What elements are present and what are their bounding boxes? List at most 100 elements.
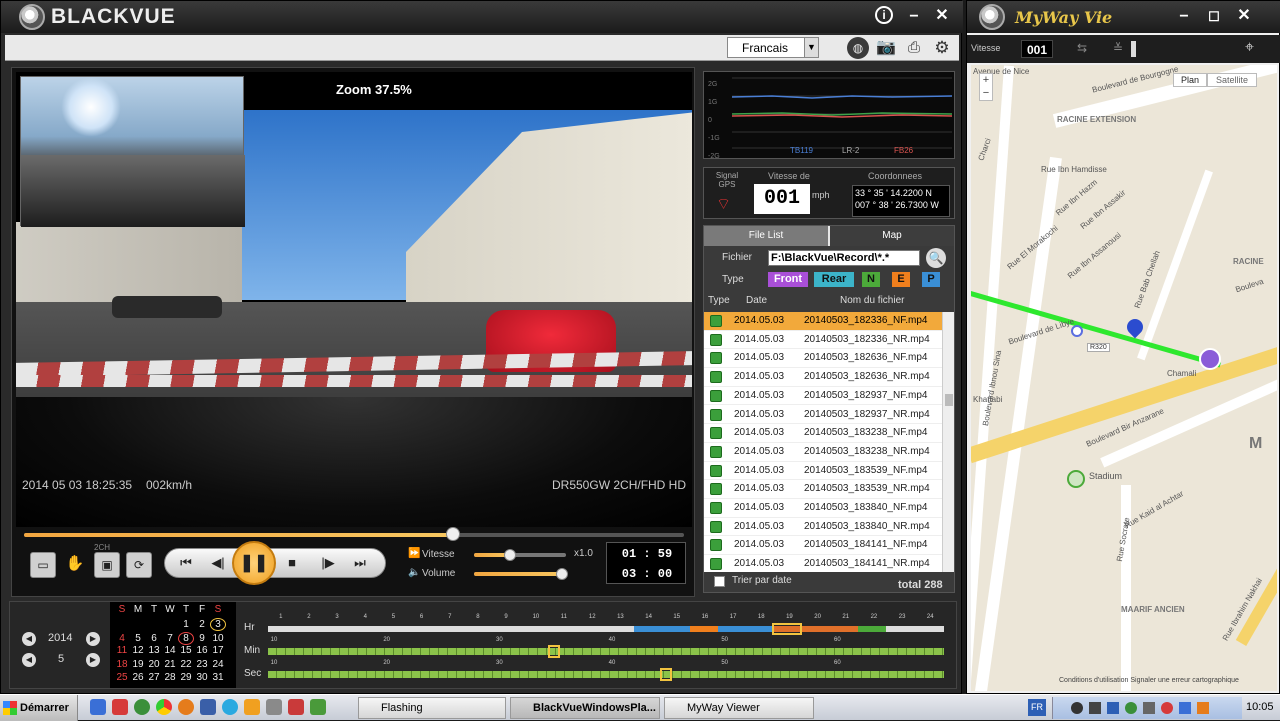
info-icon[interactable]: i (875, 6, 893, 24)
zoom-out-button[interactable]: − (980, 87, 992, 100)
quicklaunch-app-icon[interactable] (112, 699, 128, 715)
close-button[interactable]: ✕ (931, 5, 953, 27)
col-date[interactable]: Date (746, 295, 767, 306)
file-row[interactable]: 2014.05.03 20140503_183238_NF.mp4 (704, 424, 942, 443)
file-row[interactable]: 2014.05.03 20140503_183840_NR.mp4 (704, 518, 942, 537)
map-satellite-button[interactable]: Satellite (1207, 73, 1257, 87)
type-normal-toggle[interactable]: N (862, 272, 880, 287)
calendar-day[interactable]: 9 (194, 633, 210, 644)
quicklaunch-chrome-icon[interactable] (156, 699, 172, 715)
calendar-day[interactable]: 4 (114, 633, 130, 644)
file-row[interactable]: 2014.05.03 20140503_182937_NR.mp4 (704, 406, 942, 425)
calendar-day[interactable]: 14 (162, 645, 178, 656)
language-select[interactable]: Francais ▼ (727, 37, 819, 58)
second-bar[interactable] (268, 668, 944, 681)
calendar-day[interactable]: 29 (178, 672, 194, 683)
folder-icon[interactable]: ▭ (30, 552, 56, 578)
calendar-day[interactable]: 15 (178, 645, 194, 656)
calendar-day[interactable]: 23 (194, 659, 210, 670)
file-row[interactable]: 2014.05.03 20140503_184141_NF.mp4 (704, 536, 942, 556)
second-cursor[interactable] (660, 668, 672, 681)
minimize-button[interactable]: − (903, 6, 925, 28)
calendar-day[interactable]: 22 (178, 659, 194, 670)
swap-icon[interactable]: ⇆ (1077, 41, 1087, 55)
type-parking-toggle[interactable]: P (922, 272, 940, 287)
calendar-day[interactable]: 26 (130, 672, 146, 683)
calendar-day[interactable]: 28 (162, 672, 178, 683)
calendar-day[interactable]: 19 (130, 659, 146, 670)
tray-network-icon[interactable] (1089, 702, 1101, 714)
gear-icon[interactable]: ⚙ (931, 37, 953, 59)
calendar-day[interactable]: 16 (194, 645, 210, 656)
hand-icon[interactable]: ✋ (62, 552, 88, 578)
map-footer[interactable]: Conditions d'utilisation Signaler une er… (1059, 677, 1239, 684)
calendar-day[interactable]: 3 (210, 618, 226, 631)
tab-map[interactable]: Map (830, 226, 954, 246)
quicklaunch-tool-icon[interactable] (310, 699, 326, 715)
file-row[interactable]: 2014.05.03 20140503_182937_NF.mp4 (704, 387, 942, 406)
calendar-day[interactable]: 13 (146, 645, 162, 656)
calendar-day[interactable]: 6 (146, 633, 162, 644)
calendar-day[interactable]: 11 (114, 645, 130, 656)
camera-icon[interactable]: 📷 (875, 37, 897, 59)
seek-handle[interactable] (446, 527, 460, 541)
file-row[interactable]: 2014.05.03 20140503_183539_NR.mp4 (704, 480, 942, 499)
hour-cursor[interactable] (772, 623, 802, 635)
quicklaunch-pdf-icon[interactable] (288, 699, 304, 715)
crosshair-icon[interactable]: ⌖ (1245, 39, 1254, 57)
search-icon[interactable]: 🔍 (926, 248, 946, 268)
map-view[interactable]: Avenue de Nice Boulevard de Bourgogne RA… (971, 65, 1277, 691)
sort-checkbox[interactable] (714, 576, 725, 587)
tray-power-icon[interactable] (1197, 702, 1209, 714)
file-scrollbar[interactable] (942, 312, 954, 572)
type-rear-toggle[interactable]: Rear (814, 272, 854, 287)
file-row[interactable]: 2014.05.03 20140503_182636_NF.mp4 (704, 349, 942, 369)
calendar-day[interactable]: 17 (210, 645, 226, 656)
file-row[interactable]: 2014.05.03 20140503_182336_NF.mp4 (704, 312, 942, 331)
filter-icon[interactable]: ≚ (1113, 41, 1123, 55)
quicklaunch-notepad-icon[interactable] (266, 699, 282, 715)
type-event-toggle[interactable]: E (892, 272, 910, 287)
calendar-day[interactable]: 30 (194, 672, 210, 683)
file-row[interactable]: 2014.05.03 20140503_183539_NF.mp4 (704, 462, 942, 481)
quicklaunch-explorer-icon[interactable] (200, 699, 216, 715)
month-prev-icon[interactable]: ◀ (22, 653, 36, 667)
task-myway[interactable]: MyWay Viewer (664, 697, 814, 719)
file-path-input[interactable]: F:\BlackVue\Record\*.* (768, 250, 920, 266)
calendar-day[interactable]: 18 (114, 659, 130, 670)
task-flashing[interactable]: Flashing (358, 697, 506, 719)
frame-back-icon[interactable]: ◀| (203, 549, 233, 577)
file-row[interactable]: 2014.05.03 20140503_182636_NR.mp4 (704, 368, 942, 387)
vehicle-marker-icon[interactable] (1199, 348, 1221, 370)
calendar-day[interactable]: 10 (210, 633, 226, 644)
tab-file-list[interactable]: File List (704, 226, 828, 246)
calendar-day[interactable]: 12 (130, 645, 146, 656)
calendar-day[interactable]: 21 (162, 659, 178, 670)
file-row[interactable]: 2014.05.03 20140503_184141_NR.mp4 (704, 555, 942, 572)
pause-button[interactable]: ❚❚ (232, 541, 276, 585)
print-icon[interactable]: ⎙ (903, 37, 925, 59)
col-name[interactable]: Nom du fichier (840, 295, 904, 306)
skip-forward-icon[interactable]: ⏭ (345, 549, 375, 577)
calendar-day[interactable]: 20 (146, 659, 162, 670)
quicklaunch-ie-icon[interactable] (90, 699, 106, 715)
myway-minimize-button[interactable]: − (1173, 6, 1195, 28)
title-bar[interactable]: BLACKVUE i − ✕ (1, 1, 963, 33)
myway-title-bar[interactable]: MyWay Vie − ☐ ✕ (967, 1, 1280, 33)
calendar-day[interactable]: 25 (114, 672, 130, 683)
myway-maximize-button[interactable]: ☐ (1203, 6, 1225, 28)
calendar-day[interactable]: 27 (146, 672, 162, 683)
frame-forward-icon[interactable]: |▶ (313, 549, 343, 577)
minute-cursor[interactable] (548, 645, 560, 658)
calendar-day[interactable]: 1 (178, 619, 194, 630)
tray-volume-icon[interactable] (1179, 702, 1191, 714)
language-indicator[interactable]: FR (1028, 699, 1046, 716)
quicklaunch-firefox-icon[interactable] (178, 699, 194, 715)
video-frame[interactable]: Zoom 37.5% 2014 05 03 18:25:35 002km/h D… (16, 72, 692, 527)
skip-back-icon[interactable]: ⏮ (171, 549, 201, 577)
split-view-button[interactable]: ▣ (94, 552, 120, 578)
calendar-day[interactable]: 31 (210, 672, 226, 683)
map-plan-button[interactable]: Plan (1173, 73, 1207, 87)
tray-update-icon[interactable] (1125, 702, 1137, 714)
tray-bluetooth-icon[interactable] (1107, 702, 1119, 714)
